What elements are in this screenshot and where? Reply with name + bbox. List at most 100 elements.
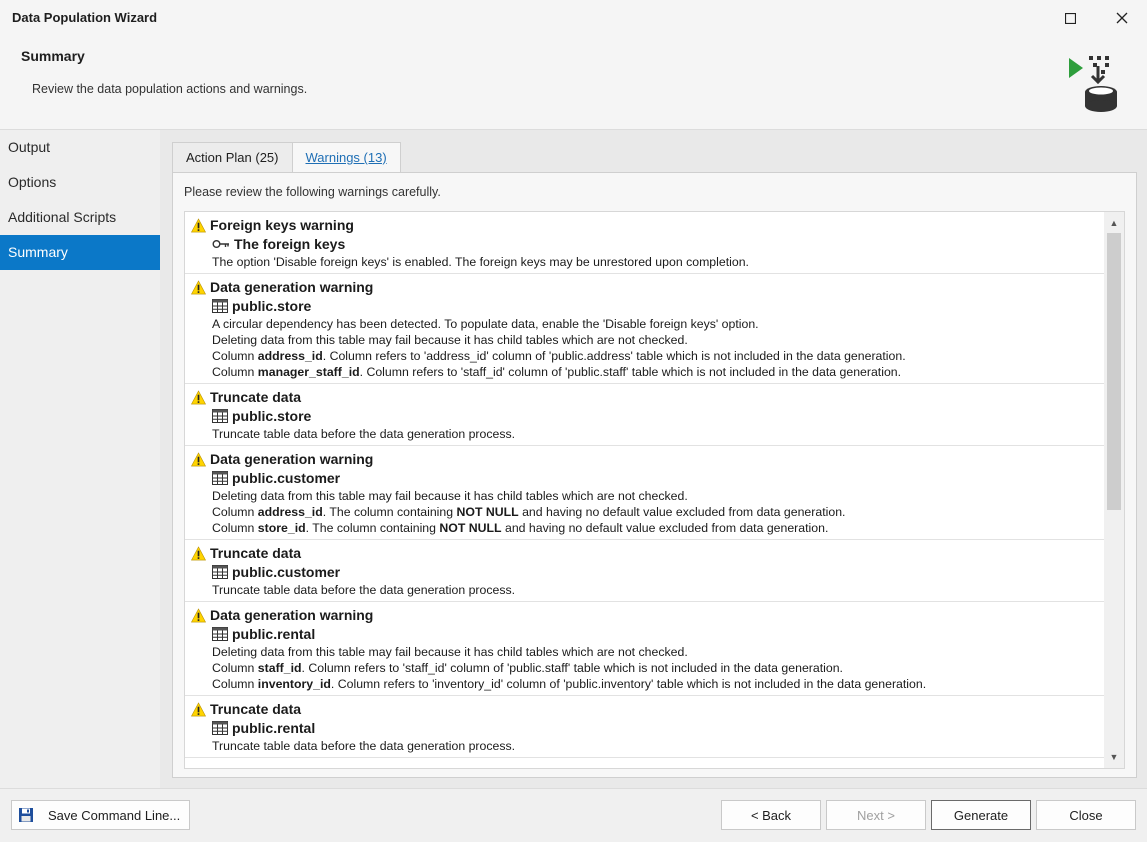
scroll-thumb[interactable] — [1107, 233, 1121, 510]
warning-item[interactable]: Truncate data public.rental Truncate table… — [185, 696, 1104, 758]
message-text: Column — [212, 521, 258, 535]
warning-object: public.rental — [212, 718, 1098, 738]
message-text: Deleting data from this table may fail b… — [212, 333, 688, 347]
message-text: Column — [212, 349, 258, 363]
message-text: . Column refers to 'staff_id' column of … — [301, 661, 843, 675]
main-content: Action Plan (25) Warnings (13) Please re… — [160, 130, 1147, 788]
warning-object-name: public.rental — [232, 720, 316, 736]
back-button-label: < Back — [750, 807, 792, 823]
sidebar-item-summary[interactable]: Summary — [0, 235, 160, 270]
emphasized-text: address_id — [257, 505, 323, 519]
warning-icon — [191, 389, 206, 405]
warning-object: The foreign keys — [212, 234, 1098, 254]
panel-caption: Please review the following warnings car… — [184, 185, 441, 199]
message-text: Column — [212, 505, 258, 519]
table-icon — [212, 471, 228, 485]
warning-item[interactable]: Truncate data public.store Truncate table … — [185, 384, 1104, 446]
tab-action-plan-label: Action Plan (25) — [186, 150, 279, 165]
warning-message-line: Deleting data from this table may fail b… — [212, 332, 1098, 348]
warning-message-line: A circular dependency has been detected.… — [212, 316, 1098, 332]
message-text: . Column refers to 'inventory_id' column… — [330, 677, 927, 691]
emphasized-text: store_id — [257, 521, 306, 535]
sidebar-item-additional-scripts[interactable]: Additional Scripts — [0, 200, 160, 235]
page-title: Summary — [21, 48, 85, 64]
tab-warnings[interactable]: Warnings (13) — [291, 142, 401, 174]
warning-item[interactable]: Truncate data public.customer Truncate tab… — [185, 540, 1104, 602]
warning-title: Data generation warning — [210, 451, 374, 467]
warnings-panel: Please review the following warnings car… — [172, 172, 1137, 778]
message-text: Deleting data from this table may fail b… — [212, 645, 688, 659]
warning-message-line: Deleting data from this table may fail b… — [212, 644, 1098, 660]
message-text: Deleting data from this table may fail b… — [212, 489, 688, 503]
next-button[interactable]: Next > — [826, 800, 926, 830]
sidebar-item-output[interactable]: Output — [0, 130, 160, 165]
wizard-footer: Save Command Line... < Back Next > Gener… — [0, 788, 1147, 842]
warning-object: public.customer — [212, 468, 1098, 488]
emphasized-text: staff_id — [257, 661, 302, 675]
tab-warnings-label: Warnings (13) — [305, 150, 387, 165]
table-icon — [212, 565, 228, 579]
emphasized-text: NOT NULL — [456, 505, 519, 519]
emphasized-text: inventory_id — [257, 677, 331, 691]
table-icon — [212, 409, 228, 423]
warning-message-line: The option 'Disable foreign keys' is ena… — [212, 254, 1098, 270]
warning-object: public.rental — [212, 624, 1098, 644]
warning-item[interactable]: Data generation warning public.customer De… — [185, 446, 1104, 540]
message-text: and having no default value excluded fro… — [518, 505, 846, 519]
warning-object-name: The foreign keys — [234, 236, 346, 252]
warning-item[interactable]: Data generation warning public.store A cir… — [185, 274, 1104, 384]
table-icon — [212, 299, 228, 313]
message-text: Column — [212, 677, 258, 691]
message-text: The option 'Disable foreign keys' is ena… — [212, 255, 749, 269]
window-title: Data Population Wizard — [12, 10, 158, 25]
next-button-label: Next > — [857, 807, 895, 823]
message-text: . The column containing — [305, 521, 440, 535]
sidebar-item-options[interactable]: Options — [0, 165, 160, 200]
message-text: A circular dependency has been detected.… — [212, 317, 759, 331]
vertical-scrollbar[interactable]: ▲ ▼ — [1104, 212, 1124, 768]
warning-message-line: Truncate table data before the data gene… — [212, 582, 1098, 598]
title-bar: Data Population Wizard — [0, 0, 1147, 36]
emphasized-text: address_id — [257, 349, 323, 363]
emphasized-text: NOT NULL — [439, 521, 502, 535]
close-button[interactable]: Close — [1036, 800, 1136, 830]
table-icon — [212, 627, 228, 641]
warning-header: Truncate data — [191, 544, 1098, 562]
warning-header: Data generation warning — [191, 606, 1098, 624]
warning-message-line: Column staff_id. Column refers to 'staff… — [212, 660, 1098, 676]
save-command-line-button[interactable]: Save Command Line... — [11, 800, 190, 830]
scroll-down-icon[interactable]: ▼ — [1104, 748, 1124, 766]
message-text: Truncate table data before the data gene… — [212, 427, 516, 441]
save-command-line-label: Save Command Line... — [48, 807, 181, 823]
warning-header: Truncate data — [191, 700, 1098, 718]
warning-message-line: Truncate table data before the data gene… — [212, 426, 1098, 442]
tab-action-plan[interactable]: Action Plan (25) — [172, 142, 293, 173]
warning-message-line: Column inventory_id. Column refers to 'i… — [212, 676, 1098, 692]
scroll-up-icon[interactable]: ▲ — [1104, 214, 1124, 232]
back-button[interactable]: < Back — [721, 800, 821, 830]
warning-item[interactable]: Foreign keys warning The foreign keys The … — [185, 212, 1104, 274]
warning-object-name: public.customer — [232, 564, 341, 580]
generate-button[interactable]: Generate — [931, 800, 1031, 830]
tab-strip: Action Plan (25) Warnings (13) — [172, 142, 401, 174]
message-text: . Column refers to 'staff_id' column of … — [359, 365, 902, 379]
warning-message-line: Column address_id. The column containing… — [212, 504, 1098, 520]
message-text: . Column refers to 'address_id' column o… — [322, 349, 906, 363]
warnings-list-items: Foreign keys warning The foreign keys The … — [185, 212, 1104, 758]
warning-object-name: public.customer — [232, 470, 341, 486]
warning-icon — [191, 451, 206, 467]
warning-title: Data generation warning — [210, 279, 374, 295]
warning-header: Foreign keys warning — [191, 216, 1098, 234]
warning-title: Truncate data — [210, 545, 302, 561]
message-text: Truncate table data before the data gene… — [212, 739, 516, 753]
warning-item[interactable]: Data generation warning public.rental Dele… — [185, 602, 1104, 696]
maximize-icon[interactable] — [1055, 6, 1085, 30]
warnings-list[interactable]: Foreign keys warning The foreign keys The … — [184, 211, 1125, 769]
page-subtitle: Review the data population actions and w… — [32, 82, 308, 96]
close-icon[interactable] — [1107, 6, 1137, 30]
generate-button-label: Generate — [953, 807, 1009, 823]
warning-icon — [191, 545, 206, 561]
warning-icon — [191, 607, 206, 623]
warning-title: Foreign keys warning — [210, 217, 354, 233]
warning-object-name: public.store — [232, 408, 312, 424]
